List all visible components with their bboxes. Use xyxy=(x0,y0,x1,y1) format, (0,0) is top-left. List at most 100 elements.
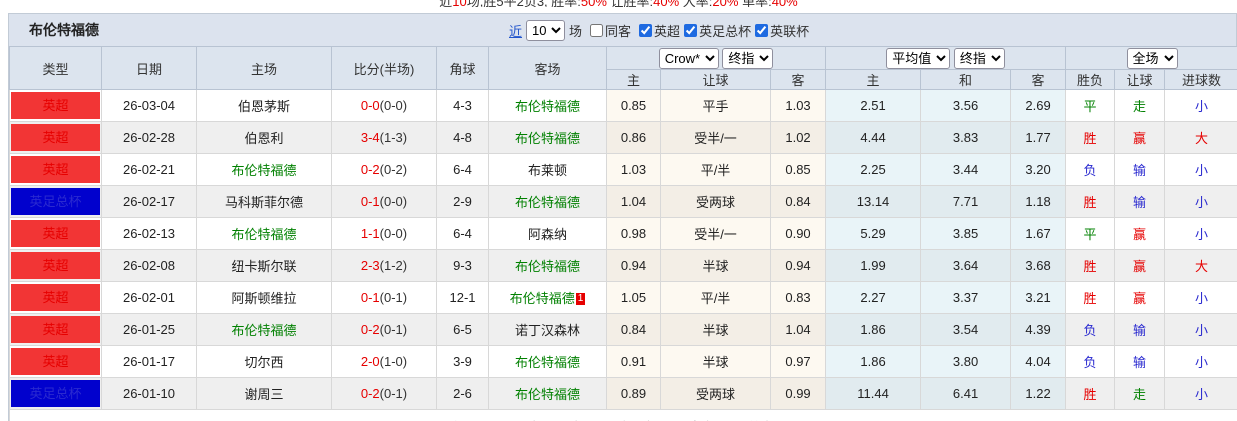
odds-away: 1.02 xyxy=(769,121,827,154)
league-filter[interactable]: 英联杯 xyxy=(755,21,809,40)
odds-home: 0.98 xyxy=(606,217,661,250)
home-team: 布伦特福德 xyxy=(196,313,332,346)
league-filter-checkbox[interactable] xyxy=(639,23,653,37)
league-filter-label: 英联杯 xyxy=(770,23,810,39)
halftime-score: (0-1) xyxy=(379,322,408,337)
table-row: 英超 26-02-08 纽卡斯尔联 2-3(1-2) 9-3 布伦特福德 0.9… xyxy=(9,249,1237,282)
home-team: 阿斯顿维拉 xyxy=(196,281,332,314)
league-filter[interactable]: 英足总杯 xyxy=(684,21,751,40)
same-away-checkbox[interactable] xyxy=(590,23,604,37)
corner-score: 2-6 xyxy=(436,377,489,410)
handicap-result-cell: 输 xyxy=(1114,345,1166,378)
fulltime-score: 0-0 xyxy=(360,98,380,113)
summary-footer: 近10场,胜5平2负3, 胜率:50% 让胜率:40% 大率:20% 单率:40… xyxy=(8,409,1237,421)
match-date: 26-03-04 xyxy=(101,89,197,122)
odds-away: 0.94 xyxy=(769,249,827,282)
table-row: 英超 26-01-25 布伦特福德 0-2(0-1) 6-5 诺丁汉森林 0.8… xyxy=(9,313,1237,346)
scope-selector-cell: 全场 xyxy=(1065,46,1237,70)
league-badge: 英超 xyxy=(11,252,100,279)
avg-draw: 3.85 xyxy=(920,217,1012,250)
match-date: 26-01-17 xyxy=(101,345,197,378)
result-cell: 胜 xyxy=(1065,249,1116,282)
result-cell: 负 xyxy=(1065,153,1116,186)
league-type-cell: 英足总杯 xyxy=(9,185,102,218)
goals-cell: 小 xyxy=(1164,185,1237,218)
away-team-name: 诺丁汉森林 xyxy=(514,323,580,338)
handicap-result-cell: 走 xyxy=(1114,89,1166,122)
away-team-name: 布伦特福德 xyxy=(514,259,580,274)
league-type-cell: 英超 xyxy=(9,89,102,122)
odds-home: 0.85 xyxy=(606,89,661,122)
home-team: 纽卡斯尔联 xyxy=(196,249,332,282)
summary-segment: 20% xyxy=(712,0,738,7)
col-header-corner: 角球 xyxy=(436,46,489,90)
odds-away: 0.90 xyxy=(769,217,827,250)
score-cell: 0-2(0-1) xyxy=(331,313,437,346)
score-cell: 0-1(0-0) xyxy=(331,185,437,218)
same-away-filter[interactable]: 同客 xyxy=(590,21,631,40)
odds-source-select[interactable]: Crow* xyxy=(658,47,719,69)
avg-away: 1.18 xyxy=(1010,185,1067,218)
league-badge: 英超 xyxy=(11,124,100,151)
scope-select[interactable]: 全场 xyxy=(1126,47,1178,69)
avg-away: 1.77 xyxy=(1010,121,1067,154)
avg-home: 5.29 xyxy=(825,217,922,250)
halftime-score: (0-1) xyxy=(379,290,408,305)
score-cell: 2-3(1-2) xyxy=(331,249,437,282)
score-cell: 2-0(1-0) xyxy=(331,345,437,378)
result-cell: 平 xyxy=(1065,217,1116,250)
halftime-score: (0-2) xyxy=(379,162,408,177)
col-header-odds-away: 客 xyxy=(769,69,827,90)
odds-home: 0.91 xyxy=(606,345,661,378)
avg-home: 2.27 xyxy=(825,281,922,314)
result-cell: 负 xyxy=(1065,313,1116,346)
odds-handicap: 受半/一 xyxy=(660,217,771,250)
avg-draw: 3.80 xyxy=(920,345,1012,378)
avg-draw: 3.56 xyxy=(920,89,1012,122)
odds-away: 0.83 xyxy=(769,281,827,314)
league-badge: 英超 xyxy=(11,348,100,375)
odds-home: 1.04 xyxy=(606,185,661,218)
table-row: 英超 26-02-28 伯恩利 3-4(1-3) 4-8 布伦特福德 0.86 … xyxy=(9,121,1237,154)
avg-home: 13.14 xyxy=(825,185,922,218)
halftime-score: (0-1) xyxy=(379,386,408,401)
goals-cell: 小 xyxy=(1164,89,1237,122)
halftime-score: (1-2) xyxy=(379,258,408,273)
home-team: 马科斯菲尔德 xyxy=(196,185,332,218)
avg-home: 1.86 xyxy=(825,313,922,346)
league-filter-checkbox[interactable] xyxy=(755,23,769,37)
avg-away: 4.04 xyxy=(1010,345,1067,378)
odds-away: 0.85 xyxy=(769,153,827,186)
odds-stage-select[interactable]: 终指 xyxy=(722,47,774,69)
away-team: 布伦特福德 xyxy=(488,89,607,122)
league-filter[interactable]: 英超 xyxy=(639,21,680,40)
fulltime-score: 0-2 xyxy=(360,322,380,337)
odds-selector-cell: Crow* 终指 xyxy=(605,46,827,70)
recent-link[interactable]: 近 xyxy=(509,21,522,40)
table-row: 英超 26-02-21 布伦特福德 0-2(0-2) 6-4 布莱顿 1.03 … xyxy=(9,153,1237,186)
score-cell: 1-1(0-0) xyxy=(331,217,437,250)
result-cell: 胜 xyxy=(1065,185,1116,218)
col-header-date: 日期 xyxy=(101,46,197,90)
corner-score: 12-1 xyxy=(436,281,489,314)
summary-segment: 单率: xyxy=(738,0,772,7)
score-cell: 0-2(0-1) xyxy=(331,377,437,410)
col-header-avg-away: 客 xyxy=(1010,69,1067,90)
table-row: 英足总杯 26-02-17 马科斯菲尔德 0-1(0-0) 2-9 布伦特福德 … xyxy=(9,185,1237,218)
clipped-summary-above: 近10场,胜5平2负3, 胜率:50% 让胜率:40% 大率:20% 单率:40… xyxy=(0,0,1237,7)
recent-count-select[interactable]: 10 xyxy=(526,19,566,41)
league-filter-checkbox[interactable] xyxy=(684,23,698,37)
avg-source-select[interactable]: 平均值 xyxy=(886,47,951,69)
league-type-cell: 英超 xyxy=(9,249,102,282)
avg-stage-select[interactable]: 终指 xyxy=(953,47,1005,69)
match-date: 26-01-25 xyxy=(101,313,197,346)
result-cell: 胜 xyxy=(1065,281,1116,314)
odds-home: 0.86 xyxy=(606,121,661,154)
goals-cell: 小 xyxy=(1164,281,1237,314)
goals-cell: 小 xyxy=(1164,377,1237,410)
league-filter-label: 英足总杯 xyxy=(699,23,752,39)
same-away-label: 同客 xyxy=(605,23,632,39)
col-header-result: 胜负 xyxy=(1065,69,1116,90)
goals-cell: 小 xyxy=(1164,313,1237,346)
home-team: 切尔西 xyxy=(196,345,332,378)
